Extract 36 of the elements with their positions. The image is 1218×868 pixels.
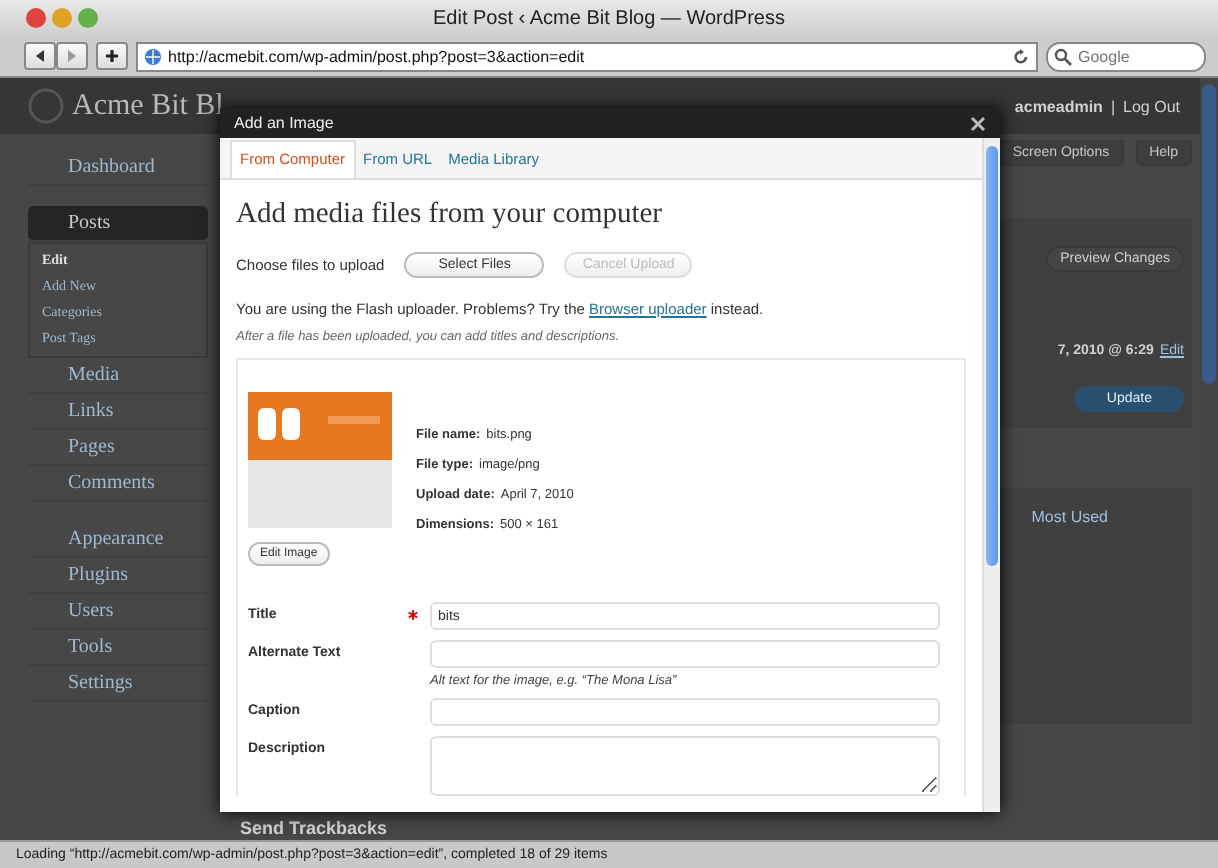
menu-item[interactable]: Users [28, 594, 208, 630]
menu-item[interactable]: Links [28, 394, 208, 430]
dialog-title: Add an Image [234, 114, 334, 132]
minimize-button[interactable] [52, 8, 72, 28]
scrollbar[interactable] [982, 138, 1000, 812]
dialog-heading: Add media files from your computer [236, 198, 665, 232]
text-area[interactable] [430, 736, 940, 796]
globe-icon [144, 47, 162, 65]
separator: | [1110, 97, 1116, 115]
menu-item[interactable]: Pages [28, 430, 208, 466]
search-field[interactable]: Google [1046, 41, 1206, 71]
zoom-button[interactable] [78, 8, 98, 28]
reload-icon[interactable] [1012, 47, 1030, 65]
menu-item[interactable]: Appearance [28, 522, 208, 558]
menu-item[interactable]: Settings [28, 666, 208, 702]
text-field[interactable] [430, 640, 940, 668]
close-icon[interactable] [970, 115, 986, 131]
back-button[interactable] [24, 42, 56, 70]
section-heading: Send Trackbacks [240, 818, 388, 838]
add-bookmark-button[interactable] [96, 42, 128, 70]
logo-icon [28, 88, 64, 124]
text-field[interactable] [430, 698, 940, 726]
menu-item[interactable]: Comments [28, 466, 208, 502]
close-button[interactable] [26, 8, 46, 28]
username: acmeadmin [1014, 97, 1103, 115]
window-title: Edit Post ‹ Acme Bit Blog — WordPress [433, 7, 785, 29]
menu-item[interactable]: Posts [28, 206, 208, 242]
menu-item[interactable]: Plugins [28, 558, 208, 594]
logout-link[interactable]: Log Out [1123, 97, 1180, 115]
most-used-tab[interactable]: Most Used [1031, 508, 1108, 526]
site-title: Acme Bit Bl [72, 89, 224, 123]
menu-item[interactable]: Dashboard [28, 150, 208, 186]
menu-item[interactable]: Tools [28, 630, 208, 666]
menu-item[interactable]: Media [28, 358, 208, 394]
address-field[interactable]: http://acmebit.com/wp-admin/post.php?post=3&action=edit [136, 41, 1038, 71]
search-icon [1054, 47, 1072, 65]
